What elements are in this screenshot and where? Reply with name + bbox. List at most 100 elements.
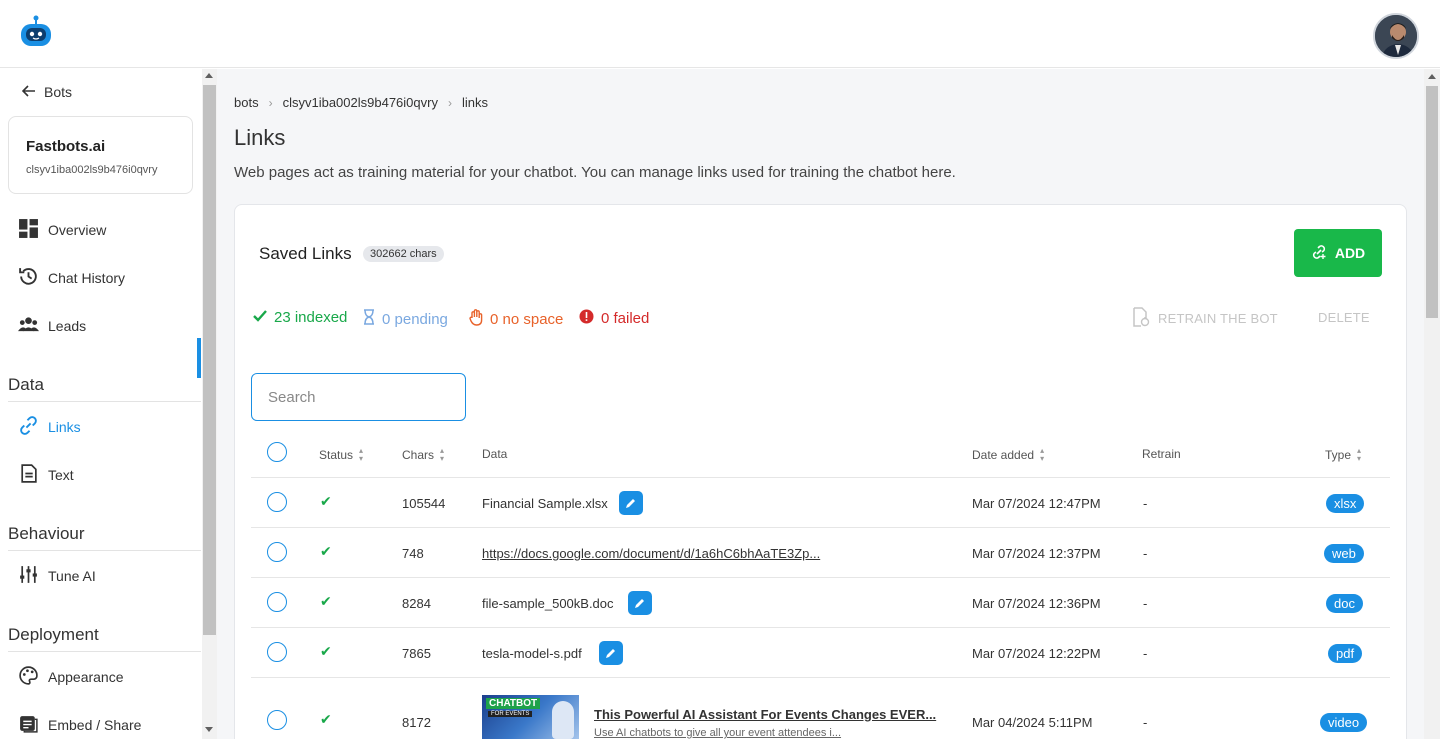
row-checkbox[interactable] (267, 492, 287, 512)
stat-failed-label: 0 failed (601, 310, 650, 327)
dashboard-icon (18, 218, 39, 242)
retrain-doc-icon (1132, 307, 1150, 330)
search-input[interactable] (251, 373, 466, 421)
hand-stop-icon (469, 309, 483, 330)
sidebar-item-tune-ai[interactable]: Tune AI (18, 564, 96, 588)
page-title: Links (234, 125, 286, 150)
type-badge: xlsx (1326, 494, 1365, 513)
row-data-subtitle[interactable]: Use AI chatbots to give all your event a… (594, 727, 841, 739)
row-chars: 748 (402, 546, 424, 561)
table-row[interactable]: ✔ 105544 Financial Sample.xlsx Mar 07/20… (251, 477, 1390, 527)
row-date: Mar 07/2024 12:22PM (972, 646, 1101, 661)
history-icon (18, 266, 39, 290)
stat-no-space-label: 0 no space (490, 311, 564, 328)
chevron-right-icon: › (268, 95, 273, 110)
checkmark-icon (253, 309, 267, 326)
column-label: Chars (402, 448, 435, 462)
back-label: Bots (44, 84, 73, 100)
palette-icon (18, 665, 39, 689)
row-chars: 7865 (402, 646, 431, 661)
row-chars: 8172 (402, 715, 431, 730)
sort-icon: ▴ ▾ (440, 446, 445, 463)
sidebar-item-label: Overview (48, 222, 107, 238)
sidebar-scrollbar-thumb[interactable] (203, 85, 216, 635)
sidebar-item-appearance[interactable]: Appearance (18, 665, 124, 689)
table-row[interactable]: ✔ 7865 tesla-model-s.pdf Mar 07/2024 12:… (251, 627, 1390, 677)
robot-figure-icon (552, 701, 574, 739)
table-row[interactable]: ✔ 8172 CHATBOT FOR EVENTS This Powerful … (251, 677, 1390, 739)
row-date: Mar 07/2024 12:36PM (972, 596, 1101, 611)
breadcrumb-item-bots[interactable]: bots (234, 95, 259, 110)
column-header-date-added[interactable]: Date added ▴ ▾ (972, 447, 1044, 463)
status-indexed-icon: ✔ (320, 493, 332, 509)
sliders-icon (18, 564, 39, 588)
sidebar-item-chat-history[interactable]: Chat History (18, 266, 125, 290)
type-badge: video (1320, 713, 1368, 732)
row-checkbox[interactable] (267, 642, 287, 662)
bot-card: Fastbots.ai clsyv1iba002ls9b476i0qvry (8, 116, 193, 194)
saved-links-card: Saved Links 302662 chars ADD 23 indexed … (234, 204, 1407, 739)
row-data: tesla-model-s.pdf (482, 646, 582, 661)
card-title: Saved Links (259, 244, 352, 263)
sort-icon: ▴ ▾ (359, 446, 364, 463)
row-date: Mar 07/2024 12:37PM (972, 546, 1101, 561)
add-link-button[interactable]: ADD (1294, 229, 1382, 277)
sidebar-item-links[interactable]: Links (18, 415, 81, 439)
bot-name: Fastbots.ai (26, 138, 106, 155)
retrain-bot-button[interactable]: RETRAIN THE BOT (1132, 307, 1278, 330)
row-retrain: - (1143, 496, 1148, 511)
main-content: bots › clsyv1iba002ls9b476i0qvry › links… (217, 69, 1424, 739)
scroll-up-icon[interactable] (1428, 74, 1436, 79)
row-checkbox[interactable] (267, 592, 287, 612)
sidebar-item-text[interactable]: Text (18, 463, 74, 487)
sidebar-item-label: Links (48, 419, 81, 435)
row-checkbox[interactable] (267, 710, 287, 730)
sort-icon: ▴ ▾ (1040, 446, 1045, 463)
table-row[interactable]: ✔ 748 https://docs.google.com/document/d… (251, 527, 1390, 577)
sidebar-item-embed-share[interactable]: Embed / Share (18, 713, 141, 737)
column-label: Date added (972, 448, 1035, 462)
column-header-chars[interactable]: Chars ▴ ▾ (402, 447, 444, 463)
scroll-down-icon[interactable] (205, 727, 213, 732)
stat-pending-label: 0 pending (382, 310, 448, 328)
column-header-type[interactable]: Type ▴ ▾ (1325, 447, 1361, 463)
row-chars: 105544 (402, 496, 446, 511)
user-avatar-icon[interactable] (1373, 13, 1419, 59)
row-checkbox[interactable] (267, 542, 287, 562)
scroll-up-icon[interactable] (205, 73, 213, 78)
stat-failed[interactable]: 0 failed (579, 309, 649, 328)
retrain-label: RETRAIN THE BOT (1158, 311, 1278, 326)
main-scrollbar-thumb[interactable] (1426, 86, 1438, 318)
row-data: Financial Sample.xlsx (482, 496, 608, 511)
delete-button[interactable]: DELETE (1318, 310, 1370, 325)
sidebar-item-label: Chat History (48, 270, 126, 286)
row-retrain: - (1143, 596, 1148, 611)
edit-icon[interactable] (628, 591, 652, 615)
stat-indexed[interactable]: 23 indexed (253, 309, 347, 326)
sidebar-item-leads[interactable]: Leads (18, 314, 86, 338)
robot-logo-icon[interactable] (18, 14, 54, 50)
edit-icon[interactable] (619, 491, 643, 515)
column-header-status[interactable]: Status ▴ ▾ (319, 447, 363, 463)
column-label: Data (482, 447, 508, 461)
thumbnail-subtitle: FOR EVENTS (488, 711, 533, 717)
chevron-right-icon: › (447, 95, 452, 110)
bot-id: clsyv1iba002ls9b476i0qvry (26, 164, 158, 176)
add-link-icon (1311, 244, 1327, 263)
row-data-link[interactable]: This Powerful AI Assistant For Events Ch… (594, 707, 936, 722)
stat-pending[interactable]: 0 pending (363, 309, 448, 329)
embed-icon (18, 713, 39, 737)
chars-badge: 302662 chars (363, 246, 444, 262)
video-thumbnail[interactable]: CHATBOT FOR EVENTS (482, 695, 579, 739)
edit-icon[interactable] (599, 641, 623, 665)
back-to-bots-link[interactable]: Bots (21, 84, 73, 100)
table-row[interactable]: ✔ 8284 file-sample_500kB.doc Mar 07/2024… (251, 577, 1390, 627)
row-data-link[interactable]: https://docs.google.com/document/d/1a6hC… (482, 546, 820, 561)
row-date: Mar 07/2024 12:47PM (972, 496, 1101, 511)
select-all-checkbox[interactable] (267, 442, 287, 462)
breadcrumb-item-bot-id[interactable]: clsyv1iba002ls9b476i0qvry (283, 95, 438, 110)
sidebar-item-overview[interactable]: Overview (18, 218, 106, 242)
stat-no-space[interactable]: 0 no space (469, 309, 563, 330)
breadcrumb: bots › clsyv1iba002ls9b476i0qvry › links (234, 95, 488, 110)
users-icon (18, 314, 39, 338)
